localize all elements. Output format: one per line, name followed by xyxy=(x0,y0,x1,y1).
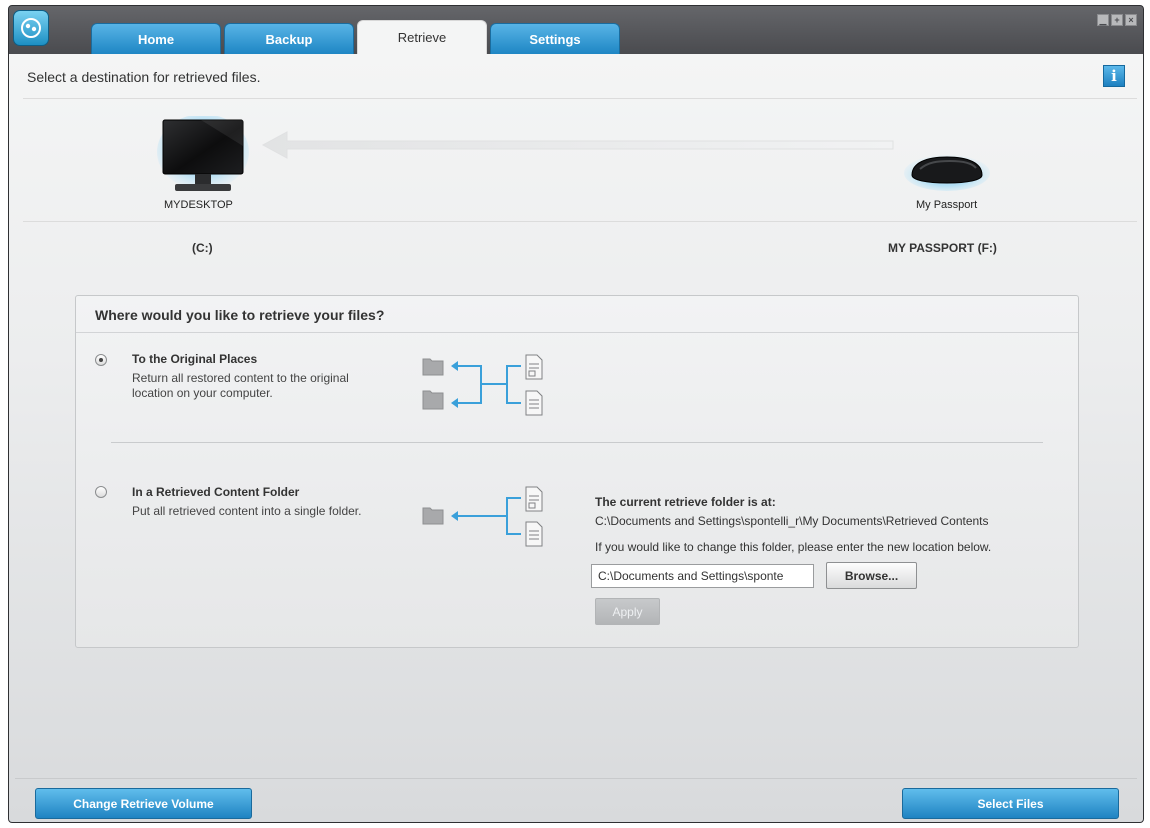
retrieved-folder-diagram xyxy=(422,486,543,547)
app-window: Home Backup Retrieve Settings ▁ + × Sele… xyxy=(8,5,1144,823)
divider xyxy=(23,221,1137,222)
option-folder-description: Put all retrieved content into a single … xyxy=(132,504,362,518)
app-logo-icon[interactable] xyxy=(13,10,49,46)
tab-settings[interactable]: Settings xyxy=(490,23,620,54)
transfer-arrow xyxy=(261,131,894,159)
panel-title: Where would you like to retrieve your fi… xyxy=(95,307,385,323)
tab-home[interactable]: Home xyxy=(91,23,221,54)
tab-retrieve[interactable]: Retrieve xyxy=(357,20,487,54)
divider xyxy=(111,442,1043,443)
source-volume-label: (C:) xyxy=(192,241,213,255)
page-instruction: Select a destination for retrieved files… xyxy=(27,69,261,85)
document-icon xyxy=(525,486,543,512)
info-icon[interactable]: i xyxy=(1103,65,1125,87)
target-volume-label: MY PASSPORT (F:) xyxy=(888,241,997,255)
retrieve-options-panel: Where would you like to retrieve your fi… xyxy=(75,295,1079,648)
option-original-title: To the Original Places xyxy=(132,352,258,366)
radio-retrieved-content-folder[interactable] xyxy=(95,486,107,498)
option-folder-title: In a Retrieved Content Folder xyxy=(132,485,300,499)
window-controls: ▁ + × xyxy=(1097,14,1137,26)
source-device-name: MYDESKTOP xyxy=(164,199,233,211)
option-original-description: Return all restored content to the origi… xyxy=(132,371,349,400)
document-icon xyxy=(525,521,543,547)
retrieve-folder-input[interactable] xyxy=(591,564,814,588)
change-retrieve-volume-button[interactable]: Change Retrieve Volume xyxy=(35,788,252,819)
browse-button[interactable]: Browse... xyxy=(826,562,917,589)
apply-button[interactable]: Apply xyxy=(595,598,660,625)
main-content: Select a destination for retrieved files… xyxy=(9,54,1143,822)
folder-icon xyxy=(422,358,444,376)
maximize-icon[interactable]: + xyxy=(1111,14,1123,26)
divider xyxy=(15,778,1137,779)
external-drive-icon[interactable] xyxy=(904,149,990,196)
document-icon xyxy=(525,390,543,416)
target-device-name: My Passport xyxy=(916,199,978,211)
tab-backup[interactable]: Backup xyxy=(224,23,354,54)
minimize-icon[interactable]: ▁ xyxy=(1097,14,1109,26)
title-bar: Home Backup Retrieve Settings ▁ + × xyxy=(9,6,1143,54)
change-folder-hint: If you would like to change this folder,… xyxy=(595,540,992,554)
original-places-diagram xyxy=(422,354,543,416)
radio-original-places[interactable] xyxy=(95,354,107,366)
document-icon xyxy=(525,354,543,380)
monitor-icon[interactable] xyxy=(157,114,249,203)
current-folder-label: The current retrieve folder is at: xyxy=(595,495,776,509)
close-icon[interactable]: × xyxy=(1125,14,1137,26)
current-folder-path: C:\Documents and Settings\spontelli_r\My… xyxy=(595,514,989,528)
folder-icon xyxy=(422,507,444,525)
divider xyxy=(76,332,1078,333)
folder-icon xyxy=(422,390,444,410)
select-files-button[interactable]: Select Files xyxy=(902,788,1119,819)
divider xyxy=(23,98,1137,99)
